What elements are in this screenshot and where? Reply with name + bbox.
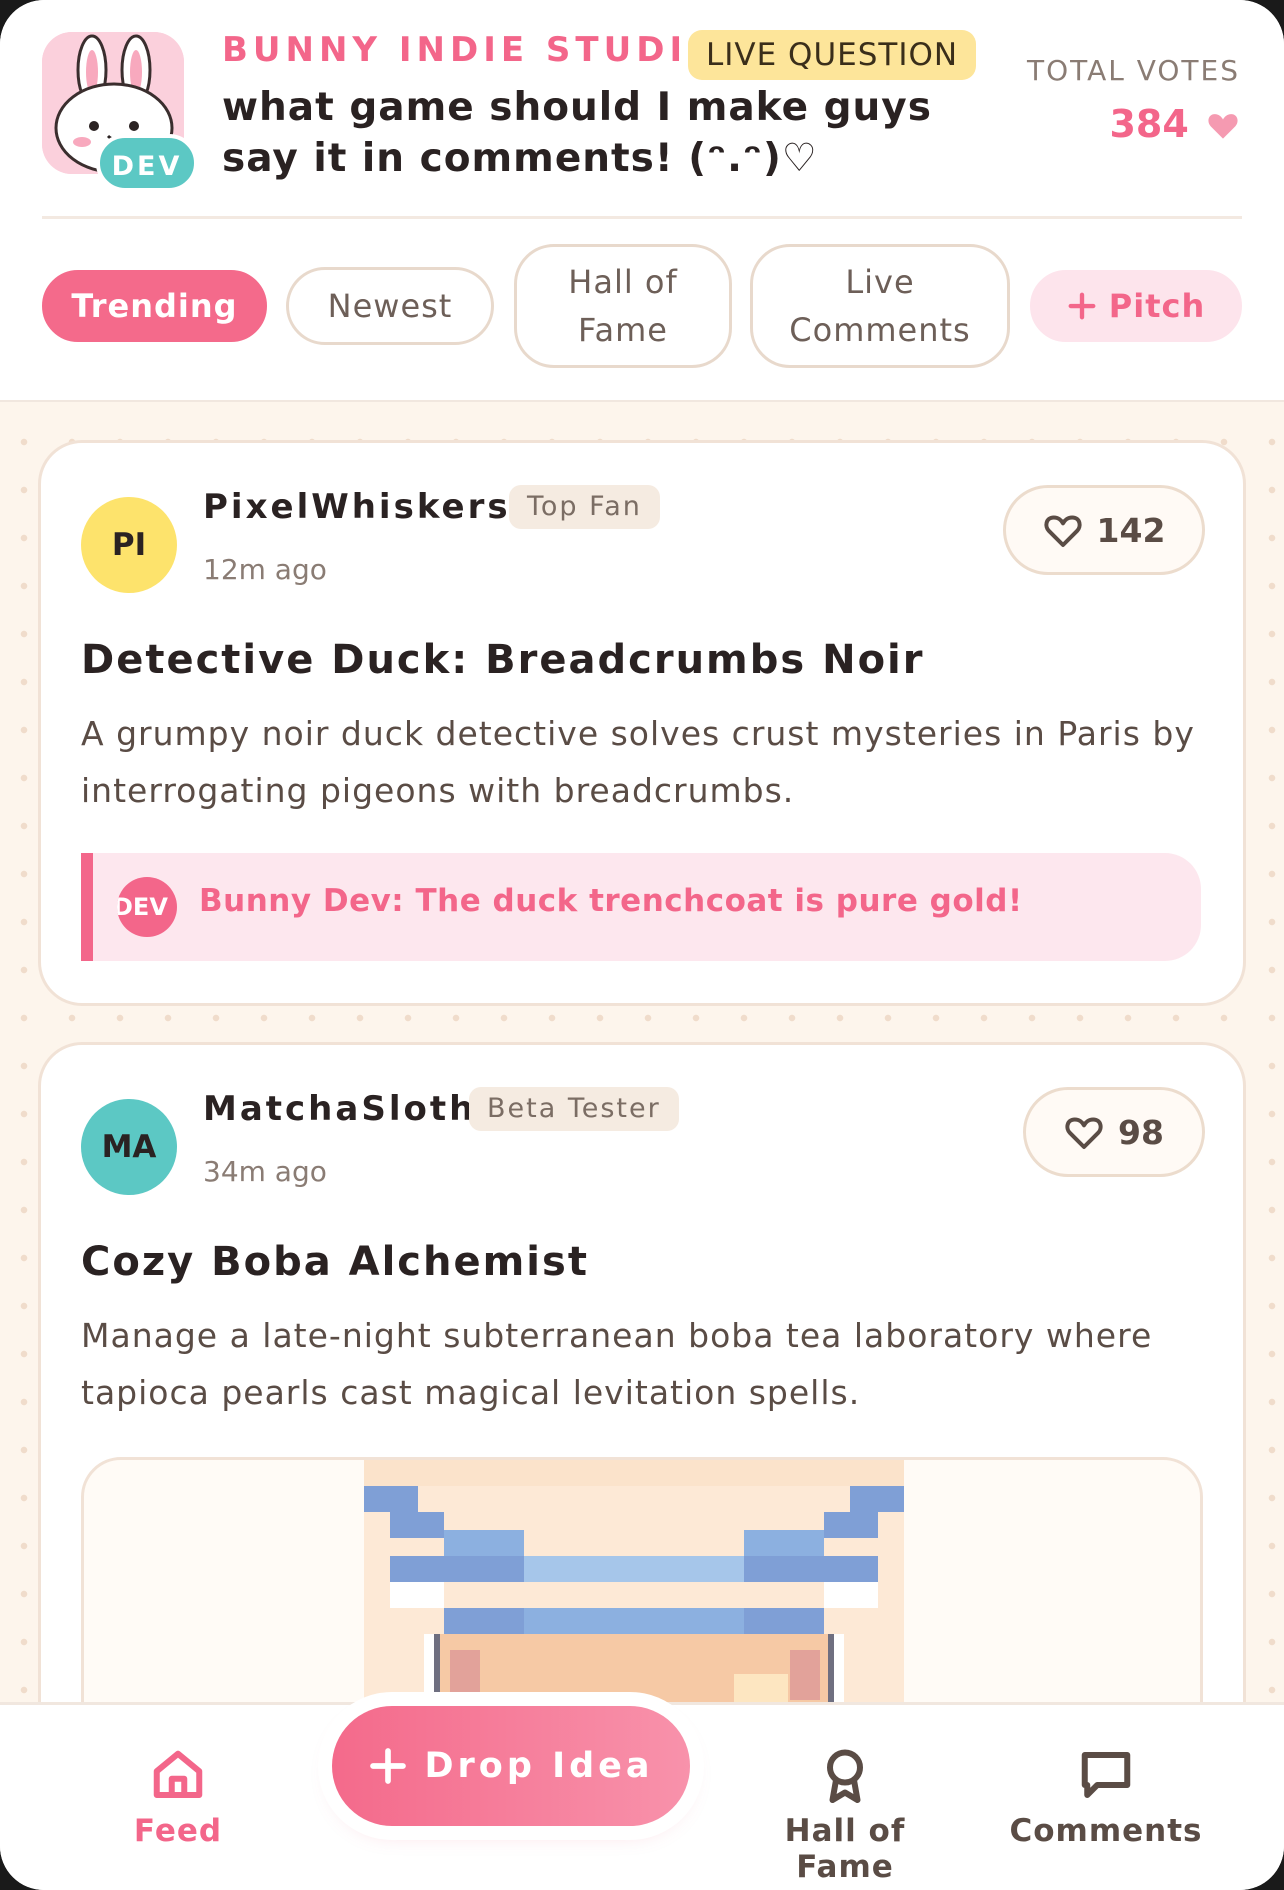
dev-badge: DEV [96,134,198,192]
post-time: 34m ago [203,1155,327,1188]
app-screen: DEV BUNNY INDIE STUDIO LIVE QUESTION wha… [0,0,1284,1890]
nav-hall-of-fame[interactable]: Hall of Fame [730,1745,960,1885]
idea-title: Detective Duck: Breadcrumbs Noir [81,637,925,683]
like-count: 142 [1096,510,1166,550]
heart-outline-icon [1043,515,1082,547]
heart-outline-icon [1065,1117,1103,1149]
avatar[interactable]: PI [81,497,177,593]
idea-feed[interactable]: PI PixelWhiskers Top Fan 12m ago 142 Det… [0,402,1284,1802]
drop-idea-button[interactable]: Drop Idea [332,1706,690,1826]
like-count: 98 [1118,1112,1164,1152]
total-votes-count: 384 [1010,102,1240,146]
dev-avatar-badge: DEV [117,877,177,937]
dev-reply: DEV Bunny Dev: The duck trenchcoat is pu… [81,853,1201,961]
plus-icon [370,1748,407,1784]
nav-feed-label: Feed [133,1813,223,1849]
role-badge: Beta Tester [469,1087,679,1131]
idea-title: Cozy Boba Alchemist [81,1239,589,1285]
like-button[interactable]: 98 [1023,1087,1205,1177]
pitch-button[interactable]: Pitch [1030,270,1242,342]
role-badge: Top Fan [509,485,660,529]
nav-comments-label: Comments [1009,1813,1203,1849]
avatar[interactable]: MA [81,1099,177,1195]
tab-trending[interactable]: Trending [42,270,267,342]
nav-comments[interactable]: Comments [1009,1745,1203,1849]
tab-hall-of-fame[interactable]: Hall of Fame [514,244,732,368]
heart-icon [1208,114,1238,139]
idea-card: MA MatchaSloth Beta Tester 34m ago 98 Co… [38,1042,1246,1802]
studio-name: BUNNY INDIE STUDIO [222,30,721,70]
like-button[interactable]: 142 [1003,485,1205,575]
nav-feed[interactable]: Feed [126,1745,230,1849]
live-question-badge: LIVE QUESTION [688,30,977,80]
award-ribbon-icon [827,1749,863,1803]
home-icon [153,1750,203,1798]
total-votes-label: TOTAL VOTES [1027,54,1240,87]
post-time: 12m ago [203,553,327,586]
live-question-text: what game should I make guys say it in c… [222,85,932,181]
header-divider [42,216,1242,219]
drop-idea-label: Drop Idea [424,1746,654,1786]
dev-reply-text: Bunny Dev: The duck trenchcoat is pure g… [199,883,1023,919]
pitch-label: Pitch [1108,287,1206,325]
username[interactable]: PixelWhiskers [203,487,511,527]
plus-icon [1068,292,1096,320]
idea-description: Manage a late-night subterranean boba te… [81,1316,1153,1412]
tab-newest[interactable]: Newest [286,267,494,345]
idea-card: PI PixelWhiskers Top Fan 12m ago 142 Det… [38,440,1246,1006]
username[interactable]: MatchaSloth [203,1089,476,1129]
tab-live-comments[interactable]: Live Comments [750,244,1010,368]
header: DEV BUNNY INDIE STUDIO LIVE QUESTION wha… [0,0,1284,402]
total-votes-value: 384 [1109,102,1189,146]
chat-bubble-icon [1081,1752,1131,1798]
nav-hall-of-fame-label: Hall of Fame [784,1813,906,1885]
idea-description: A grumpy noir duck detective solves crus… [81,714,1195,810]
